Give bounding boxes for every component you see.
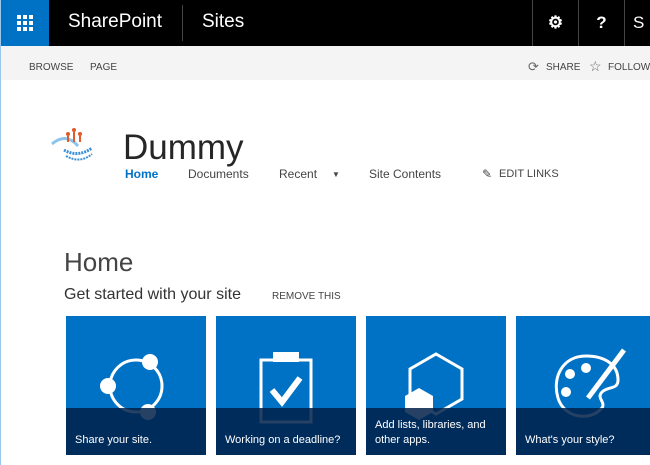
tile-style[interactable]: What's your style?: [516, 316, 650, 455]
share-icon: ⟳: [528, 59, 539, 74]
brand-link[interactable]: SharePoint: [68, 11, 162, 33]
tile-label: Working on a deadline?: [225, 434, 341, 446]
nav-site-contents[interactable]: Site Contents: [369, 167, 441, 181]
site-title[interactable]: Dummy: [123, 128, 244, 168]
page-title: Home: [64, 247, 134, 277]
user-menu[interactable]: S: [624, 0, 650, 46]
tile-deadline[interactable]: Working on a deadline?: [216, 316, 356, 455]
divider: [182, 5, 183, 41]
nav-recent[interactable]: Recent: [279, 167, 317, 181]
tile-add-apps[interactable]: Add lists, libraries, and other apps.: [366, 316, 506, 455]
waffle-icon: [17, 15, 33, 31]
edit-links-button[interactable]: EDIT LINKS: [499, 168, 559, 180]
share-button[interactable]: SHARE: [546, 62, 580, 73]
caret-down-icon[interactable]: ▼: [332, 170, 340, 179]
remove-this-link[interactable]: REMOVE THIS: [272, 291, 341, 302]
suite-bar: SharePoint Sites ⚙ ? S: [1, 0, 650, 46]
tile-label: Add lists, libraries, and other apps.: [375, 419, 486, 446]
tab-page[interactable]: PAGE: [90, 62, 117, 73]
getting-started-heading: Get started with your site: [64, 286, 241, 303]
tab-browse[interactable]: BROWSE: [29, 62, 73, 73]
tile-label: What's your style?: [525, 434, 615, 446]
sites-link[interactable]: Sites: [202, 11, 244, 33]
nav-documents[interactable]: Documents: [188, 167, 249, 181]
help-button[interactable]: ?: [578, 0, 624, 46]
gear-icon: ⚙: [547, 13, 564, 32]
pencil-icon: ✎: [482, 167, 493, 181]
site-logo[interactable]: [48, 124, 96, 164]
ribbon: BROWSE PAGE ⟳ SHARE ☆ FOLLOW: [1, 46, 650, 80]
app-launcher-button[interactable]: [1, 0, 49, 46]
follow-button[interactable]: FOLLOW: [608, 62, 650, 73]
star-icon: ☆: [589, 58, 602, 74]
nav-home[interactable]: Home: [125, 167, 158, 181]
settings-button[interactable]: ⚙: [532, 0, 578, 46]
tile-share-site[interactable]: Share your site.: [66, 316, 206, 455]
tile-label: Share your site.: [75, 434, 153, 446]
